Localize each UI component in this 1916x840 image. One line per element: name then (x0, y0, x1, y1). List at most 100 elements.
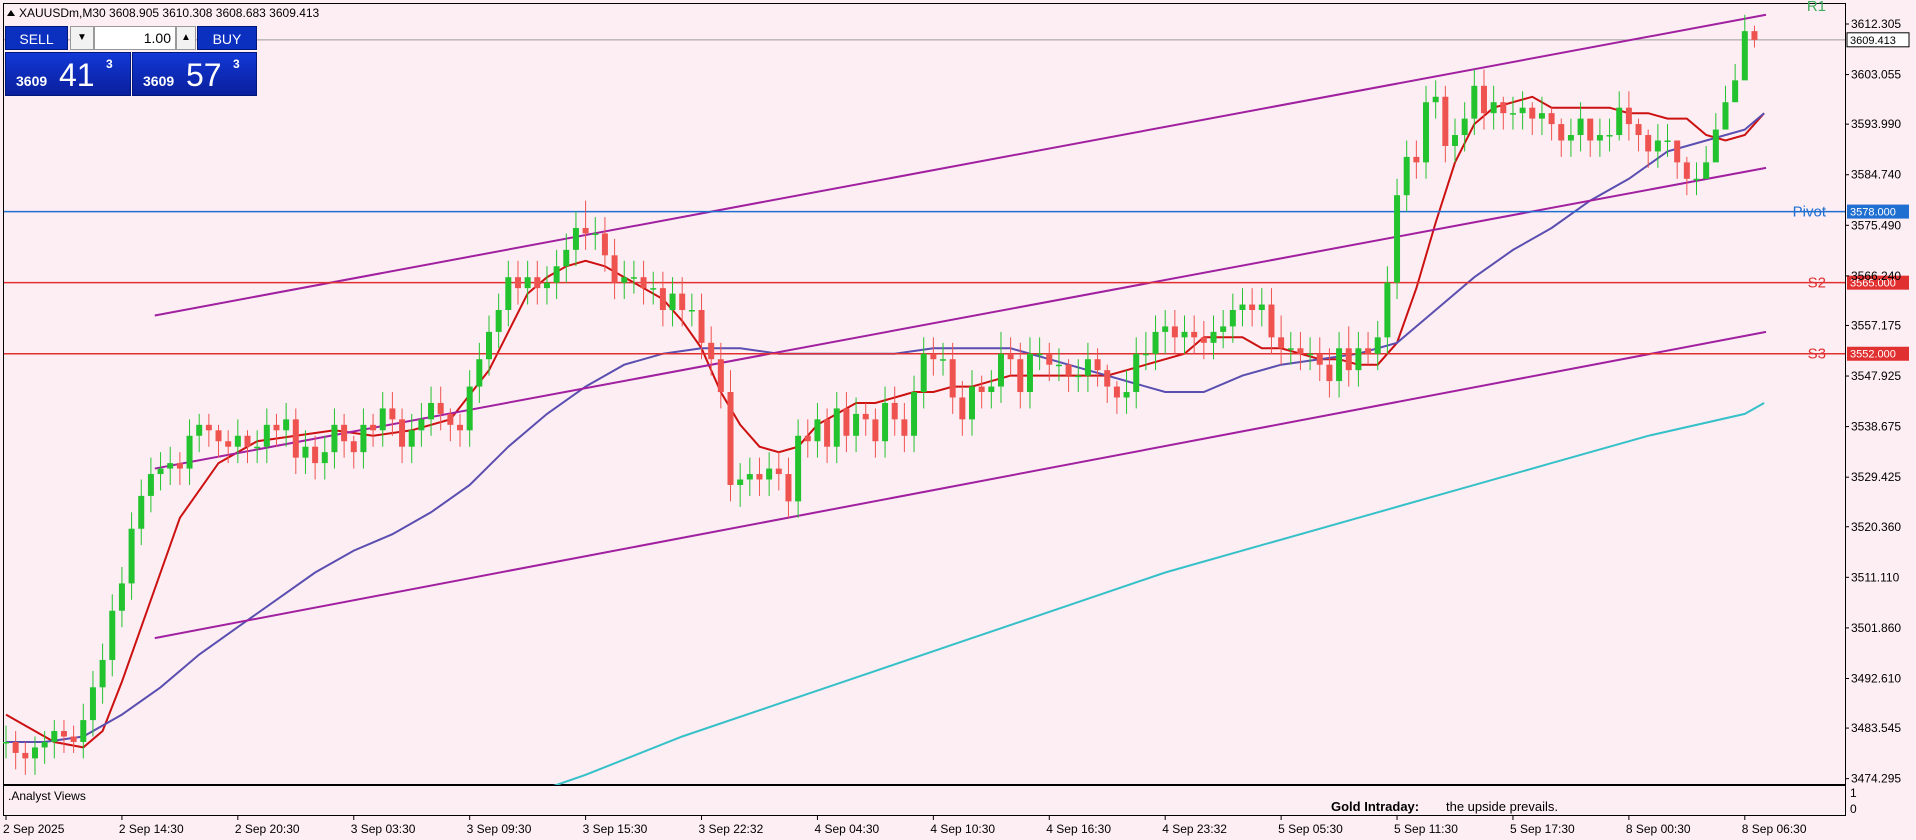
candle-body (804, 435, 811, 442)
candle-body (1432, 96, 1439, 103)
candle-body (1075, 375, 1082, 378)
candle-body (196, 424, 203, 436)
ask-price-fraction: 3 (233, 57, 240, 71)
candle-body (756, 474, 763, 480)
y-tick-label: 3529.425 (1851, 470, 1901, 484)
candle-body (601, 233, 608, 256)
candle-body (1587, 118, 1594, 141)
candle-body (1558, 124, 1565, 141)
gold-intraday-label: Gold Intraday: (1331, 799, 1419, 814)
candle-body (1452, 135, 1458, 146)
ask-price-prefix: 3609 (143, 73, 175, 89)
candle-body (669, 293, 676, 311)
candle-body (138, 495, 145, 529)
x-tick-label: 3 Sep 09:30 (467, 822, 532, 836)
candle-body (524, 277, 531, 289)
level-label: S2 (1808, 275, 1826, 292)
candle-body (1645, 135, 1652, 152)
candle-body (1703, 162, 1710, 179)
candle-body (1365, 348, 1372, 354)
bid-price-prefix: 3609 (16, 73, 48, 89)
candle-body (582, 227, 589, 234)
candle-body (176, 463, 183, 469)
candle-body (553, 266, 560, 283)
y-tick-label: 3566.240 (1851, 269, 1901, 283)
candle-body (978, 386, 985, 393)
candle-body (1268, 304, 1275, 338)
candle-body (263, 424, 270, 447)
candle-body (1596, 135, 1603, 141)
candle-body (1625, 107, 1632, 125)
candle-body (708, 342, 715, 360)
candle-body (514, 277, 521, 289)
candle-body (1220, 326, 1227, 332)
y-tick-label: 3501.860 (1851, 621, 1901, 635)
candle-body (534, 277, 541, 289)
candle-body (1026, 353, 1033, 393)
y-tick-label: 3557.175 (1851, 318, 1901, 332)
candle-body (389, 408, 396, 420)
candle-body (997, 353, 1004, 387)
bid-price-button[interactable]: 3609 41 3 (5, 52, 131, 96)
candle-body (785, 474, 792, 502)
candle-body (1374, 337, 1381, 354)
candle-body (1500, 102, 1507, 114)
candle-body (466, 386, 473, 431)
candle-body (1674, 140, 1681, 163)
candle-body (1423, 102, 1430, 163)
candle-body (572, 227, 579, 250)
candle-body (1403, 156, 1410, 196)
candle-body (350, 441, 357, 453)
candle-body (1654, 140, 1661, 152)
volume-dropdown-icon[interactable]: ▼ (70, 26, 94, 50)
y-tick-label: 3612.305 (1851, 17, 1901, 31)
y-tick-label: 3575.490 (1851, 218, 1901, 232)
candle-body (486, 331, 492, 360)
candle-body (273, 424, 280, 431)
candle-body (157, 468, 164, 475)
candle-body (659, 288, 666, 311)
candle-body (1297, 348, 1304, 354)
y-tick-label: 3584.740 (1851, 168, 1901, 182)
candle-body (1123, 392, 1130, 398)
x-tick-label: 8 Sep 00:30 (1626, 822, 1691, 836)
x-tick-label: 3 Sep 03:30 (351, 822, 416, 836)
y-tick-label: 3483.545 (1851, 721, 1901, 735)
ask-price-button[interactable]: 3609 57 3 (132, 52, 257, 96)
candle-body (969, 386, 975, 420)
indicator-frame (3, 785, 1846, 816)
candle-body (302, 446, 309, 458)
price-chart[interactable]: Pivot 3578.000S2 3565.000S3 3552.000R1 3612… (0, 0, 1916, 840)
y-tick-label: 3593.990 (1851, 117, 1901, 131)
y-tick-label: 3474.295 (1851, 772, 1901, 786)
candle-body (1480, 85, 1487, 114)
candle-body (283, 419, 290, 431)
candle-body (1616, 107, 1623, 136)
candle-body (650, 288, 657, 290)
candle-body (495, 310, 502, 332)
candle-body (1664, 140, 1671, 142)
candle-body (824, 419, 831, 447)
candle-body (1007, 353, 1014, 360)
candle-body (688, 310, 695, 312)
volume-up-icon[interactable]: ▲ (176, 26, 196, 50)
candle-body (727, 392, 734, 485)
sell-button[interactable]: SELL (5, 26, 68, 50)
candle-body (418, 419, 425, 431)
candle-body (621, 277, 628, 283)
candle-body (1239, 304, 1246, 311)
candle-body (89, 687, 96, 721)
bid-price-pips: 41 (59, 57, 95, 93)
level-price-tag-text: 3552.000 (1850, 349, 1896, 361)
candle-body (99, 659, 106, 688)
ask-price-pips: 57 (186, 57, 222, 93)
candle-body (949, 359, 956, 398)
candle-body (1751, 31, 1758, 40)
candle-body (640, 277, 647, 289)
candle-body (205, 424, 212, 431)
indicator-axis-top: 1 (1850, 786, 1857, 800)
x-tick-label: 2 Sep 20:30 (235, 822, 300, 836)
buy-button[interactable]: BUY (197, 26, 257, 50)
volume-input[interactable]: 1.00 (94, 26, 176, 50)
y-tick-label: 3547.925 (1851, 369, 1901, 383)
